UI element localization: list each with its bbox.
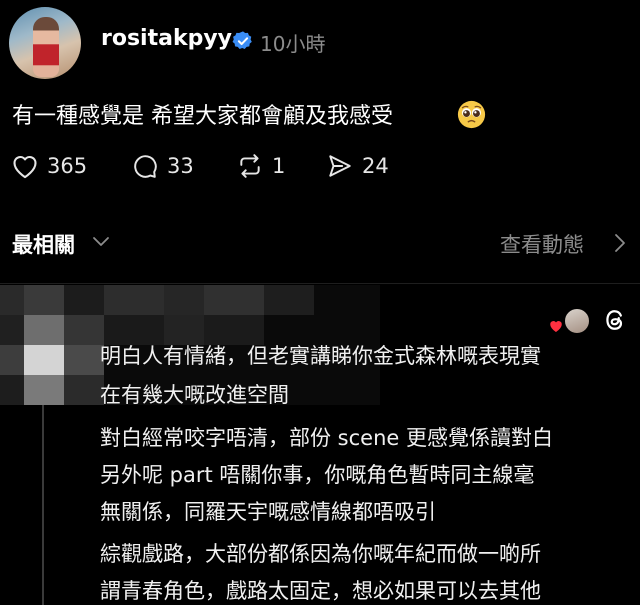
divider	[0, 283, 640, 284]
avatar[interactable]	[9, 7, 81, 79]
share-button[interactable]: 24	[326, 152, 389, 180]
chevron-right-icon[interactable]	[614, 233, 626, 253]
comment-icon	[134, 155, 157, 178]
comment-line: 另外呢 part 唔關你事，你嘅角色暫時同主線毫	[100, 463, 535, 487]
view-activity-link[interactable]: 查看動態	[500, 229, 584, 259]
comment-button[interactable]: 33	[131, 152, 194, 180]
share-count: 24	[362, 154, 389, 178]
comment-line: 對白經常咬字唔清，部份 scene 更感覺係讀對白	[100, 426, 553, 450]
comment-line: 在有幾大嘅改進空間	[100, 383, 289, 407]
verified-badge-icon	[232, 31, 252, 49]
author-liked-heart-icon	[550, 321, 562, 333]
chevron-down-icon[interactable]	[92, 234, 110, 248]
threads-logo-icon[interactable]	[601, 306, 629, 334]
post-time: 10小時	[260, 32, 326, 56]
comment-count: 33	[167, 154, 194, 178]
repost-count: 1	[272, 154, 286, 178]
comment-line: 謂青春角色，戲路太固定，想必如果可以去其他	[100, 579, 541, 603]
sort-dropdown[interactable]: 最相關	[12, 229, 75, 259]
comment-line: 明白人有情緒，但老實講睇你金式森林嘅表現實	[100, 344, 541, 368]
like-button[interactable]: 365	[11, 152, 87, 180]
repost-button[interactable]: 1	[236, 152, 285, 180]
like-count: 365	[47, 154, 88, 178]
share-icon	[329, 155, 351, 177]
author-mini-avatar	[563, 307, 591, 335]
comment-line: 綜觀戲路，大部份都係因為你嘅年紀而做一啲所	[100, 542, 541, 566]
thread-line	[42, 405, 44, 605]
comment-line: 無關係，同羅天宇嘅感情線都唔吸引	[100, 500, 436, 524]
avatar-figure	[33, 17, 59, 77]
repost-icon	[240, 154, 260, 178]
username[interactable]: rositakpyy	[101, 26, 232, 51]
heart-icon	[13, 155, 37, 179]
pleading-face-emoji	[457, 100, 486, 129]
post-text: 有一種感覺是 希望大家都會顧及我感受	[12, 104, 393, 129]
